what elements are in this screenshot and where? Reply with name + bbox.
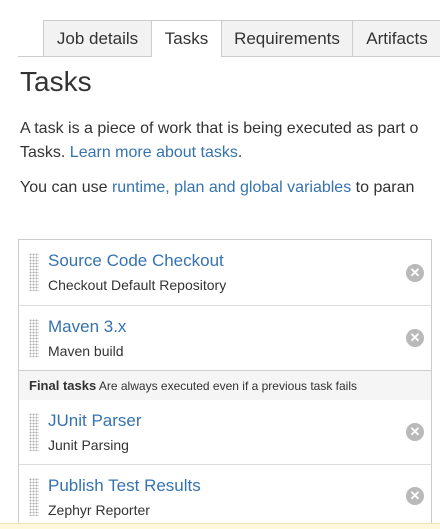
remove-icon[interactable]: ✕ — [406, 329, 424, 347]
task-title[interactable]: Maven 3.x — [48, 317, 126, 337]
final-tasks-header: Final tasks Are always executed even if … — [19, 370, 431, 400]
task-list: Source Code Checkout Checkout Default Re… — [18, 239, 432, 529]
drag-handle-icon[interactable] — [29, 253, 39, 291]
tab-tasks[interactable]: Tasks — [151, 20, 222, 57]
remove-icon[interactable]: ✕ — [406, 423, 424, 441]
task-title[interactable]: Publish Test Results — [48, 476, 201, 496]
intro-paragraph: A task is a piece of work that is being … — [20, 117, 418, 165]
intro-text: A task is a piece of work that is being … — [20, 120, 419, 137]
variables-text-suffix: to paran — [351, 179, 415, 196]
task-description: Checkout Default Repository — [48, 277, 227, 293]
task-title[interactable]: Source Code Checkout — [48, 251, 224, 271]
task-description: Junit Parsing — [48, 437, 129, 453]
tab-requirements[interactable]: Requirements — [221, 20, 353, 56]
variables-paragraph: You can use runtime, plan and global var… — [20, 176, 414, 200]
drag-handle-icon[interactable] — [29, 319, 39, 357]
task-item-junit-parser[interactable]: JUnit Parser Junit Parsing ✕ — [19, 400, 431, 464]
bottom-notice-bar — [0, 523, 440, 529]
task-description: Zephyr Reporter — [48, 502, 150, 518]
drag-handle-icon[interactable] — [29, 413, 39, 451]
task-item-source-code-checkout[interactable]: Source Code Checkout Checkout Default Re… — [19, 240, 431, 305]
tab-artifacts[interactable]: Artifacts — [352, 20, 440, 56]
intro-period: . — [237, 144, 243, 161]
learn-more-link[interactable]: Learn more about tasks — [70, 144, 238, 161]
task-item-maven[interactable]: Maven 3.x Maven build ✕ — [19, 305, 431, 370]
variables-text-prefix: You can use — [20, 179, 112, 196]
variables-link[interactable]: runtime, plan and global variables — [112, 179, 351, 196]
task-title[interactable]: JUnit Parser — [48, 411, 142, 431]
tab-job-details[interactable]: Job details — [43, 20, 152, 56]
task-description: Maven build — [48, 343, 124, 359]
remove-icon[interactable]: ✕ — [406, 264, 424, 282]
final-tasks-label: Final tasks — [29, 378, 97, 393]
final-tasks-note: Are always executed even if a previous t… — [98, 379, 358, 393]
remove-icon[interactable]: ✕ — [406, 487, 424, 505]
tab-bar: Job details Tasks Requirements Artifacts — [18, 0, 440, 57]
intro-text-2: Tasks. — [20, 144, 70, 161]
page-title: Tasks — [20, 66, 92, 97]
task-item-publish-test-results[interactable]: Publish Test Results Zephyr Reporter ✕ — [19, 464, 431, 529]
drag-handle-icon[interactable] — [29, 478, 39, 516]
